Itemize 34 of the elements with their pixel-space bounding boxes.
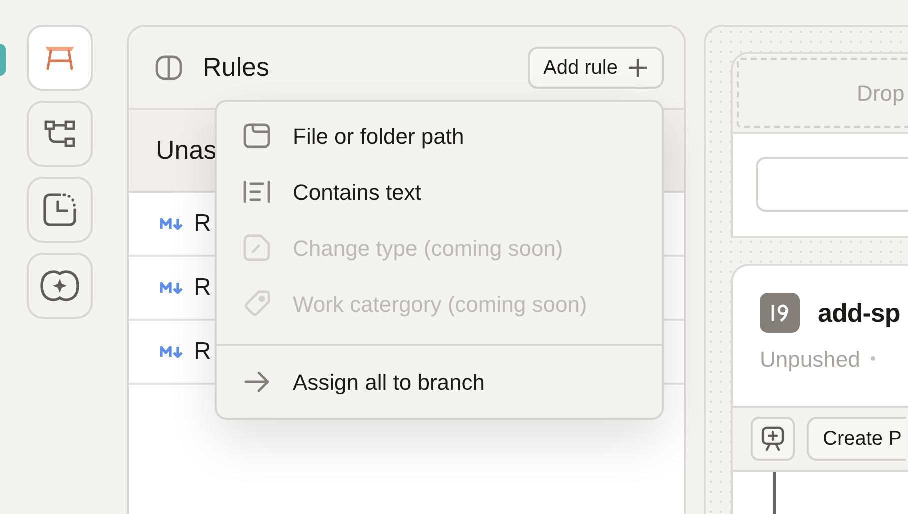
create-button[interactable]: Create P [807, 417, 906, 461]
menu-item[interactable]: Contains text [217, 164, 662, 220]
file-name: R [194, 209, 212, 239]
sidebar-button[interactable] [27, 177, 93, 243]
markdown-icon [160, 282, 184, 294]
plus-icon [628, 58, 648, 78]
sidebar-button[interactable] [27, 25, 93, 91]
section-title: Unas [156, 134, 217, 167]
branch-icon [760, 293, 800, 333]
sparkle-icon [40, 269, 80, 303]
add-rule-button[interactable]: Add rule [528, 46, 664, 88]
table-icon [44, 45, 76, 71]
menu-item[interactable]: Assign all to branch [217, 354, 662, 410]
tag-icon [243, 290, 271, 318]
arrow-right-icon [244, 371, 270, 393]
markdown-icon [160, 346, 184, 358]
sidebar-button[interactable] [27, 101, 93, 167]
sidebar-button[interactable] [27, 253, 93, 319]
file-name: R [194, 273, 212, 303]
clock-square-icon [42, 192, 78, 228]
plus-screen-icon [760, 426, 786, 452]
separator-dot: • [870, 350, 876, 370]
panel-title: Rules [203, 51, 270, 84]
markdown-icon [160, 218, 184, 230]
text-lines-icon [243, 181, 271, 203]
tree-icon [44, 120, 76, 148]
file-name: R [194, 337, 212, 367]
folder-icon [243, 123, 271, 149]
add-commit-button[interactable] [751, 417, 795, 461]
input-field[interactable] [756, 157, 908, 212]
menu-item[interactable]: File or folder path [217, 108, 662, 164]
branch-status: Unpushed [760, 346, 860, 374]
panel-icon [155, 54, 183, 80]
branch-name: add-sp [818, 296, 900, 330]
